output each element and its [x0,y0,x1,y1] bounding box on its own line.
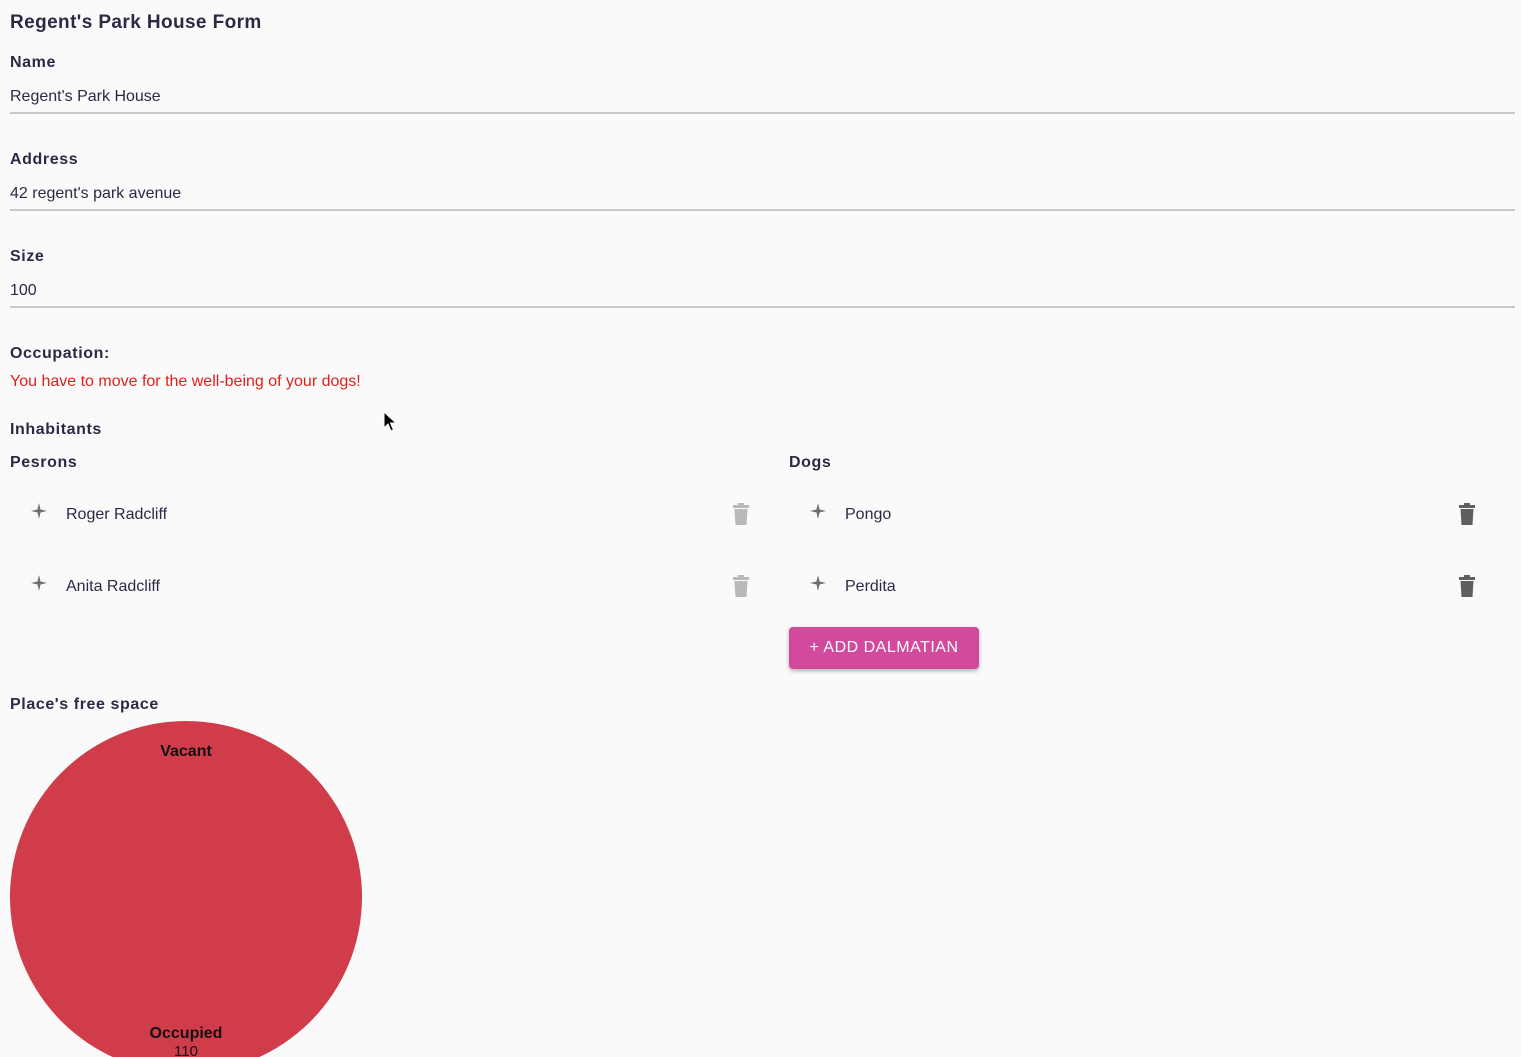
free-space-pie-chart: Vacant Occupied110 [10,721,362,1057]
list-item[interactable]: Pongo [789,478,1515,550]
person-name: Roger Radcliff [66,506,168,523]
dogs-list: Pongo Perdita [789,478,1515,621]
occupation-label: Occupation: [10,345,110,362]
drag-handle-icon[interactable] [809,502,827,520]
form-title: Regent's Park House Form [10,12,262,33]
trash-icon[interactable] [733,574,749,597]
pie-slice-occupied [10,721,362,1057]
drag-handle-icon[interactable] [30,502,48,520]
name-label: Name [10,54,56,71]
trash-icon[interactable] [733,503,749,525]
drag-handle-icon[interactable] [809,574,827,592]
mouse-cursor-icon [383,411,397,432]
persons-list: Roger Radcliff Anita Radcliff [10,478,760,621]
address-input[interactable] [10,179,1515,211]
list-item[interactable]: Anita Radcliff [10,550,760,622]
persons-label: Pesrons [10,454,78,471]
address-label: Address [10,151,79,168]
free-space-label: Place's free space [10,696,159,713]
trash-icon[interactable] [1459,503,1475,525]
pie-label-occupied: Occupied [150,1025,223,1042]
person-name: Anita Radcliff [66,577,160,595]
add-dalmatian-button[interactable]: + ADD DALMATIAN [789,627,979,669]
house-form: Regent's Park House Form Name Address Si… [10,0,1515,1057]
list-item[interactable]: Roger Radcliff [10,478,760,550]
name-field: Name [10,54,1515,124]
size-label: Size [10,248,45,265]
occupation-warning: You have to move for the well-being of y… [10,373,361,390]
size-input[interactable] [10,276,1515,308]
trash-icon[interactable] [1459,574,1475,597]
pie-label-vacant: Vacant [160,743,212,760]
drag-handle-icon[interactable] [30,574,48,592]
pie-value-occupied: 110 [174,1043,198,1057]
size-field: Size [10,248,1515,318]
name-input[interactable] [10,82,1515,114]
list-item[interactable]: Perdita [789,550,1515,622]
inhabitants-label: Inhabitants [10,421,102,438]
address-field: Address [10,151,1515,221]
dogs-label: Dogs [789,454,832,471]
dog-name: Pongo [845,506,892,523]
dog-name: Perdita [845,577,896,595]
